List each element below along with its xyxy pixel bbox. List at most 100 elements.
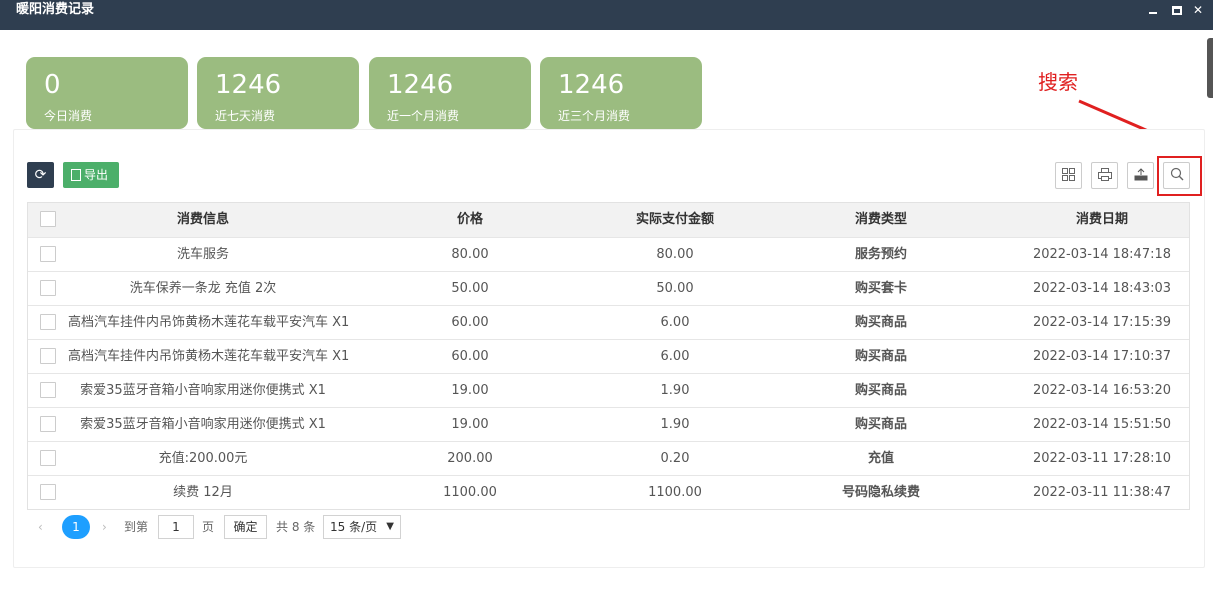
cell-price: 1100.00 bbox=[443, 485, 497, 500]
cell-info: 充值:200.00元 bbox=[158, 451, 248, 466]
cell-info: 索爱35蓝牙音箱小音响家用迷你便携式 X1 bbox=[80, 383, 326, 398]
header-paid[interactable]: 实际支付金额 bbox=[602, 203, 748, 236]
close-icon: ✕ bbox=[1192, 3, 1204, 17]
cell-date: 2022-03-14 18:43:03 bbox=[1032, 281, 1172, 296]
refresh-button[interactable]: ⟳ bbox=[27, 162, 54, 188]
row-checkbox[interactable] bbox=[40, 484, 56, 500]
table-row[interactable]: 洗车服务 80.00 80.00 服务预约 2022-03-14 18:47:1… bbox=[28, 237, 1189, 271]
columns-button[interactable] bbox=[1055, 162, 1082, 189]
table-row[interactable]: 索爱35蓝牙音箱小音响家用迷你便携式 X1 19.00 1.90 购买商品 20… bbox=[28, 373, 1189, 407]
select-all-checkbox[interactable] bbox=[40, 211, 56, 227]
cell-paid: 1.90 bbox=[660, 417, 690, 432]
row-checkbox[interactable] bbox=[40, 382, 56, 398]
stat-label: 近一个月消费 bbox=[387, 109, 460, 123]
window-title: 暖阳消费记录 bbox=[16, 2, 95, 17]
table-row[interactable]: 充值:200.00元 200.00 0.20 充值 2022-03-11 17:… bbox=[28, 441, 1189, 475]
stat-card-1month: 1246 近一个月消费 bbox=[369, 57, 531, 129]
stat-value: 1246 bbox=[215, 70, 282, 100]
stat-card-3months: 1246 近三个月消费 bbox=[540, 57, 702, 129]
cell-paid: 6.00 bbox=[660, 315, 690, 330]
cell-type: 服务预约 bbox=[854, 247, 907, 262]
row-checkbox[interactable] bbox=[40, 280, 56, 296]
minimize-button[interactable] bbox=[1145, 3, 1161, 17]
stat-card-today: 0 今日消费 bbox=[26, 57, 188, 129]
search-annotation-label: 搜索 bbox=[1038, 70, 1078, 94]
chevron-down-icon: ▼ bbox=[386, 521, 394, 532]
stat-label: 今日消费 bbox=[44, 109, 93, 123]
cell-price: 50.00 bbox=[451, 281, 489, 296]
cell-date: 2022-03-14 18:47:18 bbox=[1032, 247, 1172, 262]
pager-page-input[interactable]: 1 bbox=[158, 515, 194, 539]
header-type[interactable]: 消费类型 bbox=[748, 203, 1014, 236]
header-price[interactable]: 价格 bbox=[338, 203, 602, 236]
pager-total: 共 8 条 bbox=[276, 520, 316, 534]
cell-price: 60.00 bbox=[451, 349, 489, 364]
pager-current-page[interactable]: 1 bbox=[62, 515, 90, 539]
cell-type: 购买商品 bbox=[854, 349, 907, 364]
export-label: 导出 bbox=[84, 168, 109, 182]
stat-value: 1246 bbox=[558, 70, 625, 100]
cell-paid: 0.20 bbox=[660, 451, 690, 466]
stat-label: 近七天消费 bbox=[215, 109, 276, 123]
chevron-right-icon: › bbox=[102, 520, 107, 534]
cell-type: 充值 bbox=[867, 451, 894, 466]
cell-date: 2022-03-14 15:51:50 bbox=[1032, 417, 1172, 432]
cell-paid: 50.00 bbox=[656, 281, 694, 296]
cell-price: 60.00 bbox=[451, 315, 489, 330]
cell-price: 19.00 bbox=[451, 417, 489, 432]
cell-paid: 1100.00 bbox=[648, 485, 702, 500]
maximize-button[interactable] bbox=[1169, 3, 1185, 17]
stat-value: 0 bbox=[44, 70, 61, 100]
row-checkbox[interactable] bbox=[40, 314, 56, 330]
refresh-icon: ⟳ bbox=[34, 167, 47, 183]
cell-date: 2022-03-11 11:38:47 bbox=[1032, 485, 1172, 500]
table-row[interactable]: 高档汽车挂件内吊饰黄杨木莲花车载平安汽车 X1 60.00 6.00 购买商品 … bbox=[28, 305, 1189, 339]
pager-prev-button[interactable]: ‹ bbox=[38, 515, 52, 539]
cell-price: 200.00 bbox=[447, 451, 493, 466]
cell-info: 高档汽车挂件内吊饰黄杨木莲花车载平安汽车 X1 bbox=[68, 349, 350, 364]
print-icon bbox=[1097, 168, 1112, 181]
cell-info: 高档汽车挂件内吊饰黄杨木莲花车载平安汽车 X1 bbox=[68, 315, 350, 330]
export-tool-button[interactable] bbox=[1127, 162, 1154, 189]
header-info[interactable]: 消费信息 bbox=[68, 203, 338, 236]
cell-paid: 6.00 bbox=[660, 349, 690, 364]
row-checkbox[interactable] bbox=[40, 348, 56, 364]
pager-size-select[interactable]: 15 条/页 ▼ bbox=[323, 515, 401, 539]
pager-next-button[interactable]: › bbox=[102, 515, 116, 539]
row-checkbox[interactable] bbox=[40, 450, 56, 466]
cell-type: 购买商品 bbox=[854, 383, 907, 398]
table-row[interactable]: 索爱35蓝牙音箱小音响家用迷你便携式 X1 19.00 1.90 购买商品 20… bbox=[28, 407, 1189, 441]
header-date[interactable]: 消费日期 bbox=[1014, 203, 1190, 236]
pager-page-label: 页 bbox=[202, 520, 215, 534]
cell-type: 购买套卡 bbox=[854, 281, 907, 296]
print-button[interactable] bbox=[1091, 162, 1118, 189]
cell-date: 2022-03-14 16:53:20 bbox=[1032, 383, 1172, 398]
cell-paid: 80.00 bbox=[656, 247, 694, 262]
cell-type: 购买商品 bbox=[854, 315, 907, 330]
consumption-table: 消费信息 价格 实际支付金额 消费类型 消费日期 洗车服务 80.00 80.0… bbox=[27, 202, 1190, 510]
table-row[interactable]: 高档汽车挂件内吊饰黄杨木莲花车载平安汽车 X1 60.00 6.00 购买商品 … bbox=[28, 339, 1189, 373]
cell-info: 洗车保养一条龙 充值 2次 bbox=[129, 281, 277, 296]
cell-date: 2022-03-11 17:28:10 bbox=[1032, 451, 1172, 466]
stat-label: 近三个月消费 bbox=[558, 109, 631, 123]
window-titlebar: 暖阳消费记录 ✕ bbox=[0, 0, 1213, 30]
cell-price: 80.00 bbox=[451, 247, 489, 262]
columns-icon bbox=[1062, 168, 1075, 181]
cell-info: 洗车服务 bbox=[176, 247, 229, 262]
export-icon bbox=[1134, 168, 1147, 181]
row-checkbox[interactable] bbox=[40, 416, 56, 432]
pager-confirm-button[interactable]: 确定 bbox=[224, 515, 267, 539]
table-row[interactable]: 洗车保养一条龙 充值 2次 50.00 50.00 购买套卡 2022-03-1… bbox=[28, 271, 1189, 305]
minimize-icon bbox=[1149, 12, 1157, 14]
close-button[interactable]: ✕ bbox=[1190, 3, 1206, 17]
pager-goto-label: 到第 bbox=[124, 520, 149, 534]
search-highlight-box bbox=[1157, 156, 1202, 196]
stat-value: 1246 bbox=[387, 70, 454, 100]
row-checkbox[interactable] bbox=[40, 246, 56, 262]
export-button[interactable]: 导出 bbox=[63, 162, 119, 188]
pager-size-value: 15 条/页 bbox=[330, 520, 378, 534]
table-row[interactable]: 续费 12月 1100.00 1100.00 号码隐私续费 2022-03-11… bbox=[28, 475, 1189, 509]
scrollbar-handle[interactable] bbox=[1207, 38, 1213, 98]
cell-price: 19.00 bbox=[451, 383, 489, 398]
cell-date: 2022-03-14 17:15:39 bbox=[1032, 315, 1172, 330]
